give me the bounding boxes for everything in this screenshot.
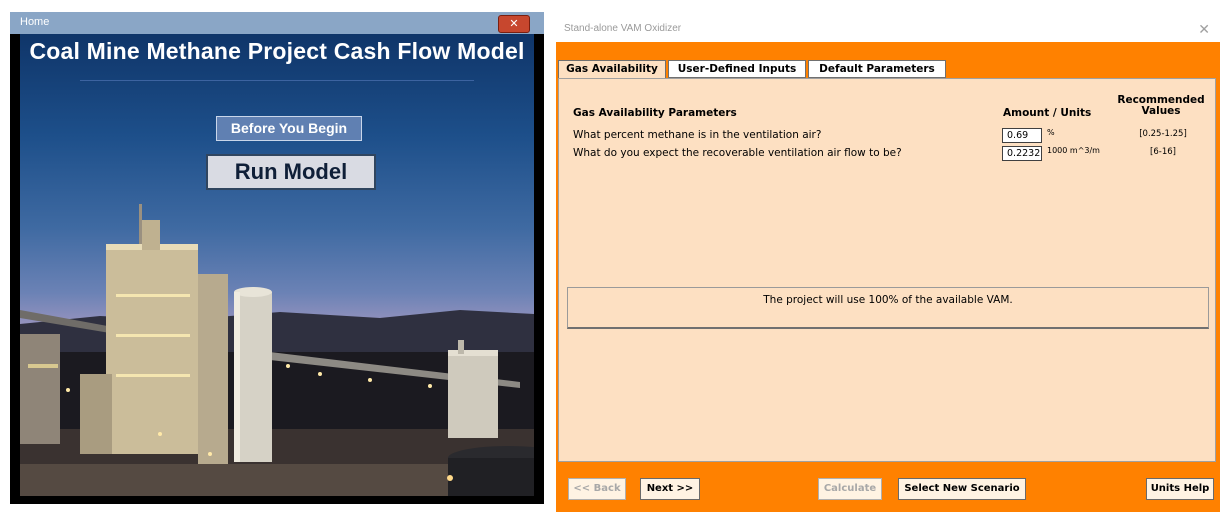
close-icon[interactable]: ✕ bbox=[1198, 21, 1210, 38]
home-titlebar: Home ✕ bbox=[10, 12, 544, 34]
back-button[interactable]: << Back bbox=[568, 478, 626, 500]
close-icon[interactable]: ✕ bbox=[498, 15, 530, 33]
tab-default-parameters[interactable]: Default Parameters bbox=[808, 60, 946, 78]
tab-user-defined-inputs[interactable]: User-Defined Inputs bbox=[668, 60, 806, 78]
gas-availability-panel: Gas Availability Parameters Amount / Uni… bbox=[558, 78, 1216, 462]
vam-window-title: Stand-alone VAM Oxidizer bbox=[564, 23, 682, 34]
vam-oxidizer-window: Stand-alone VAM Oxidizer ✕ Gas Availabil… bbox=[556, 16, 1220, 512]
page-title: Coal Mine Methane Project Cash Flow Mode… bbox=[29, 38, 525, 64]
air-flow-input[interactable]: 0.2232 bbox=[1002, 146, 1042, 161]
vam-titlebar: Stand-alone VAM Oxidizer ✕ bbox=[556, 16, 1220, 42]
home-window: Home ✕ Coal Mine Methane Project Cash Fl… bbox=[10, 12, 544, 504]
run-model-button[interactable]: Run Model bbox=[206, 154, 376, 190]
methane-percent-input[interactable]: 0.69 bbox=[1002, 128, 1042, 143]
units-help-button[interactable]: Units Help bbox=[1146, 478, 1214, 500]
methane-percent-unit: % bbox=[1047, 128, 1055, 137]
air-flow-unit: 1000 m^3/m bbox=[1047, 146, 1100, 155]
methane-percent-question: What percent methane is in the ventilati… bbox=[573, 129, 822, 141]
section-heading: Gas Availability Parameters bbox=[573, 107, 737, 119]
home-content: Coal Mine Methane Project Cash Flow Mode… bbox=[20, 34, 534, 496]
info-message: The project will use 100% of the availab… bbox=[763, 294, 1013, 306]
title-divider bbox=[80, 80, 474, 81]
coal-plant-photo bbox=[20, 204, 534, 496]
info-box: The project will use 100% of the availab… bbox=[567, 287, 1209, 329]
next-button[interactable]: Next >> bbox=[640, 478, 700, 500]
air-flow-question: What do you expect the recoverable venti… bbox=[573, 147, 902, 159]
air-flow-recommended: [6-16] bbox=[1150, 147, 1176, 157]
before-you-begin-button[interactable]: Before You Begin bbox=[216, 116, 362, 141]
home-window-title: Home bbox=[20, 16, 50, 28]
select-new-scenario-button[interactable]: Select New Scenario bbox=[898, 478, 1026, 500]
tab-gas-availability[interactable]: Gas Availability bbox=[558, 60, 666, 79]
calculate-button[interactable]: Calculate bbox=[818, 478, 882, 500]
methane-percent-recommended: [0.25-1.25] bbox=[1139, 129, 1187, 139]
recommended-values-header: Recommended Values bbox=[1117, 94, 1205, 117]
amount-units-header: Amount / Units bbox=[1003, 107, 1092, 119]
